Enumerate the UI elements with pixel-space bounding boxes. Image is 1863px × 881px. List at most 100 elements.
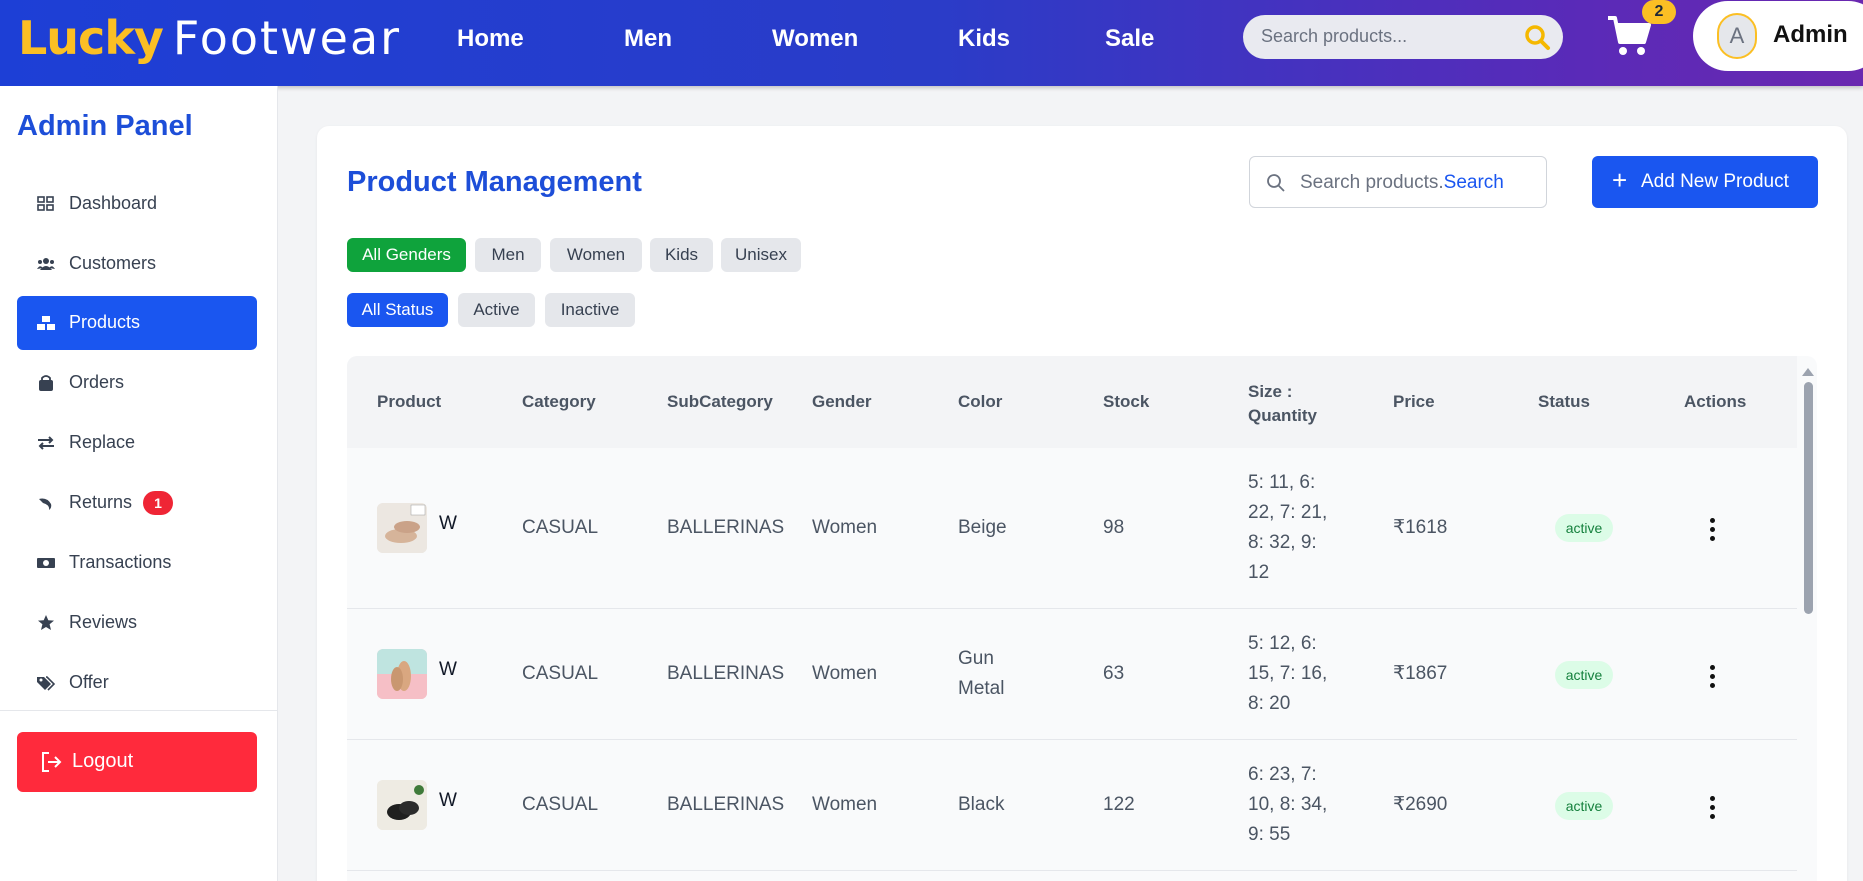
- column-header-subcategory: SubCategory: [667, 392, 773, 411]
- boxes-icon: [37, 316, 55, 330]
- filter-unisex[interactable]: Unisex: [721, 238, 801, 272]
- product-subcategory: BALLERINAS: [667, 663, 785, 684]
- product-gender: Women: [812, 794, 878, 815]
- nav-kids[interactable]: Kids: [958, 24, 1010, 54]
- product-price: ₹1618: [1393, 517, 1448, 538]
- scrollbar-thumb[interactable]: [1804, 382, 1813, 614]
- exchange-icon: [38, 436, 54, 450]
- sidebar-item-dashboard[interactable]: Dashboard: [17, 177, 257, 231]
- search-icon: [1267, 174, 1285, 192]
- column-header-gender: Gender: [812, 392, 872, 411]
- nav-home[interactable]: Home: [457, 24, 524, 54]
- status-badge: active: [1555, 792, 1613, 820]
- add-new-product-button[interactable]: + Add New Product: [1592, 156, 1818, 208]
- avatar: A: [1717, 13, 1757, 59]
- filter-women[interactable]: Women: [550, 238, 642, 272]
- more-actions-icon[interactable]: [1702, 796, 1722, 822]
- scroll-up-arrow-icon[interactable]: [1802, 368, 1814, 376]
- tags-icon: [37, 676, 55, 691]
- bag-icon: [39, 375, 53, 391]
- product-subcategory: BALLERINAS: [667, 794, 785, 815]
- product-management-card: Product Management Search products.Searc…: [317, 126, 1847, 881]
- product-category: CASUAL: [522, 794, 599, 815]
- product-price: ₹2690: [1393, 794, 1448, 815]
- filter-inactive[interactable]: Inactive: [545, 293, 635, 327]
- column-header-color: Color: [958, 392, 1003, 411]
- search-text: Search products.: [1300, 172, 1444, 193]
- product-color: Beige: [958, 517, 1007, 538]
- brand-lucky: Lucky: [18, 11, 164, 65]
- product-stock: 63: [1103, 663, 1125, 684]
- sidebar-item-returns[interactable]: Returns 1: [17, 476, 257, 530]
- sidebar-item-label: Products: [69, 312, 141, 332]
- brand-logo[interactable]: Lucky Footwear: [18, 10, 401, 66]
- more-actions-icon[interactable]: [1702, 518, 1722, 544]
- product-gender: Women: [812, 663, 878, 684]
- product-category: CASUAL: [522, 663, 599, 684]
- money-icon: [37, 558, 55, 568]
- search-icon[interactable]: [1523, 23, 1551, 51]
- sidebar-item-offer[interactable]: Offer: [17, 656, 257, 710]
- shoe-image: [377, 780, 427, 830]
- product-name: W: [439, 790, 457, 811]
- product-stock: 122: [1103, 794, 1135, 815]
- sidebar-item-orders[interactable]: Orders: [17, 356, 257, 410]
- filter-kids[interactable]: Kids: [650, 238, 713, 272]
- sidebar-divider: [0, 710, 278, 711]
- product-color: Gun Metal: [958, 648, 1005, 699]
- grid-icon: [37, 196, 54, 211]
- sidebar-item-label: Offer: [69, 672, 109, 692]
- product-search-box[interactable]: Search products.Search: [1249, 156, 1547, 208]
- sidebar-item-replace[interactable]: Replace: [17, 416, 257, 470]
- column-header-product: Product: [377, 392, 442, 411]
- logout-button[interactable]: Logout: [17, 732, 257, 792]
- sidebar-item-reviews[interactable]: Reviews: [17, 596, 257, 650]
- column-header-price: Price: [1393, 392, 1435, 411]
- sidebar-item-label: Reviews: [69, 612, 138, 632]
- product-category: CASUAL: [522, 517, 599, 538]
- sidebar-item-customers[interactable]: Customers: [17, 237, 257, 291]
- nav-women[interactable]: Women: [772, 24, 858, 54]
- logout-label: Logout: [72, 750, 134, 772]
- logout-icon: [42, 752, 62, 772]
- page-title: Product Management: [347, 166, 642, 198]
- product-thumbnail: [377, 649, 427, 699]
- sidebar-item-label: Returns: [69, 492, 133, 512]
- nav-sale[interactable]: Sale: [1105, 24, 1154, 54]
- returns-count-badge: 1: [143, 491, 173, 515]
- more-actions-icon[interactable]: [1702, 665, 1722, 691]
- star-icon: [38, 615, 54, 630]
- product-stock: 98: [1103, 517, 1125, 538]
- filter-all-genders[interactable]: All Genders: [347, 238, 466, 272]
- sidebar-item-label: Customers: [69, 253, 157, 273]
- user-name: Admin: [1773, 21, 1848, 48]
- table-scrollbar[interactable]: [1802, 368, 1814, 881]
- product-thumbnail: [377, 503, 427, 553]
- table-row[interactable]: W CASUAL BALLERINAS Women Black 122 6: 2…: [347, 740, 1797, 871]
- product-size-quantity: 5: 11, 6: 22, 7: 21, 8: 32, 9: 12: [1248, 472, 1328, 583]
- filter-men[interactable]: Men: [475, 238, 541, 272]
- column-header-status: Status: [1538, 392, 1590, 411]
- users-icon: [37, 258, 55, 270]
- table-row[interactable]: W CASUAL BALLERINAS Women Gun Metal 63 5…: [347, 609, 1797, 740]
- sidebar-item-transactions[interactable]: Transactions: [17, 536, 257, 590]
- product-name: W: [439, 513, 457, 534]
- sidebar-item-products[interactable]: Products: [17, 296, 257, 350]
- products-table: Product Category SubCategory Gender Colo…: [347, 356, 1817, 881]
- product-search-input[interactable]: Search products.Search: [1300, 172, 1504, 194]
- return-icon: [39, 498, 52, 510]
- product-size-quantity: 6: 23, 7: 10, 8: 34, 9: 55: [1248, 764, 1328, 845]
- filter-active[interactable]: Active: [458, 293, 535, 327]
- user-menu[interactable]: A Admin: [1693, 1, 1863, 71]
- table-row[interactable]: W CASUAL BALLERINAS Women Beige 98 5: 11…: [347, 448, 1797, 609]
- status-badge: active: [1555, 514, 1613, 542]
- search-button[interactable]: Search: [1444, 172, 1504, 193]
- product-thumbnail: [377, 780, 427, 830]
- column-header-stock: Stock: [1103, 392, 1150, 411]
- nav-men[interactable]: Men: [624, 24, 672, 54]
- header-search: [1243, 15, 1563, 59]
- filter-all-status[interactable]: All Status: [347, 293, 448, 327]
- product-color: Black: [958, 794, 1005, 815]
- table-header: Product Category SubCategory Gender Colo…: [347, 356, 1797, 448]
- header-search-input[interactable]: [1261, 26, 1511, 47]
